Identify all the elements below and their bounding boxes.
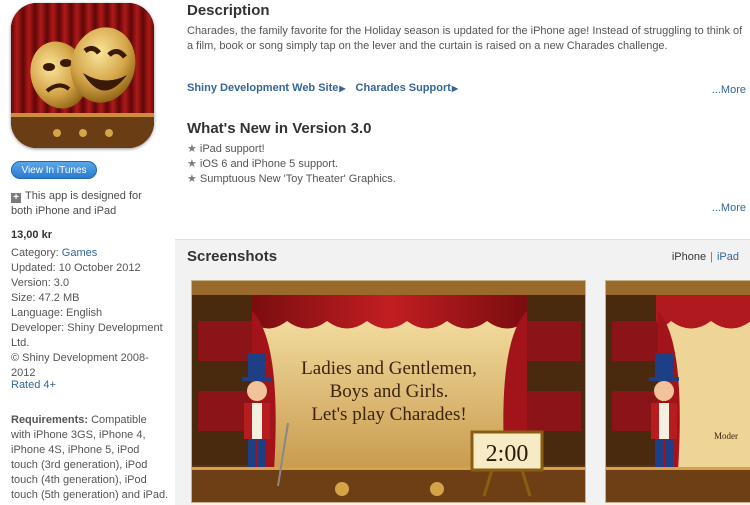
support-link[interactable]: Charades Support: [356, 82, 451, 94]
chevron-right-icon: ▶: [451, 84, 459, 93]
description-heading: Description: [187, 2, 270, 19]
list-item: ★ iOS 6 and iPhone 5 support.: [187, 157, 396, 172]
list-item-text: Sumptuous New 'Toy Theater' Graphics.: [199, 173, 396, 185]
developer-website-link[interactable]: Shiny Development Web Site: [187, 82, 338, 94]
language: Language: English: [11, 307, 103, 319]
plus-icon: +: [11, 193, 21, 203]
screenshot-1[interactable]: Ladies and Gentlemen, Boys and Girls. Le…: [191, 280, 586, 503]
version: Version: 3.0: [11, 277, 70, 289]
tab-ipad[interactable]: iPad: [717, 251, 739, 263]
file-size: Size: 47.2 MB: [11, 292, 80, 304]
requirements-label: Requirements:: [11, 414, 89, 426]
star-icon: ★: [187, 173, 197, 185]
screenshots-heading: Screenshots: [187, 248, 278, 265]
timer-text: 2:00: [486, 441, 529, 467]
toggle-separator: |: [710, 251, 713, 263]
app-icon: [11, 3, 154, 148]
shot2-text: Moder: [714, 431, 738, 441]
category-label: Category:: [11, 247, 59, 259]
description-text: Charades, the family favorite for the Ho…: [187, 25, 743, 52]
age-rating-link[interactable]: Rated 4+: [11, 379, 56, 391]
description-more-link[interactable]: ...More: [712, 84, 746, 96]
screenshot-2[interactable]: Moder: [605, 280, 750, 503]
chevron-right-icon: ▶: [339, 84, 346, 93]
requirements: Requirements: Compatible with iPhone 3GS…: [11, 413, 169, 505]
list-item-text: iOS 6 and iPhone 5 support.: [199, 158, 339, 170]
developer: Developer: Shiny Development Ltd.: [11, 322, 163, 349]
device-compatibility-note: + This app is designed for both iPhone an…: [11, 189, 161, 219]
list-item: ★ Sumptuous New 'Toy Theater' Graphics.: [187, 172, 396, 187]
whats-new-more-link[interactable]: ...More: [712, 202, 746, 214]
list-item: ★ iPad support!: [187, 142, 396, 157]
designed-for-text: This app is designed for both iPhone and…: [11, 190, 142, 217]
whats-new-heading: What's New in Version 3.0: [187, 120, 372, 137]
list-item-text: iPad support!: [199, 143, 265, 155]
category-row: Category: Games: [11, 246, 166, 261]
shot-text-line1: Ladies and Gentlemen,: [301, 358, 477, 379]
shot-text-line2: Boys and Girls.: [330, 381, 449, 402]
star-icon: ★: [187, 143, 197, 155]
shot-text-line3: Let's play Charades!: [311, 404, 466, 425]
requirements-text: Compatible with iPhone 3GS, iPhone 4, iP…: [11, 414, 169, 505]
star-icon: ★: [187, 158, 197, 170]
updated-date: Updated: 10 October 2012: [11, 262, 141, 274]
tab-iphone[interactable]: iPhone: [672, 251, 706, 263]
device-toggle: iPhone | iPad: [672, 251, 739, 263]
price: 13,00 kr: [11, 229, 52, 241]
view-in-itunes-button[interactable]: View In iTunes: [11, 161, 97, 179]
copyright: © Shiny Development 2008-2012: [11, 352, 149, 379]
app-metadata: Category: Games Updated: 10 October 2012…: [11, 246, 166, 381]
whats-new-list: ★ iPad support! ★ iOS 6 and iPhone 5 suppo…: [187, 142, 396, 187]
category-link[interactable]: Games: [62, 247, 97, 259]
developer-links: Shiny Development Web Site▶ Charades Supp…: [187, 82, 468, 94]
